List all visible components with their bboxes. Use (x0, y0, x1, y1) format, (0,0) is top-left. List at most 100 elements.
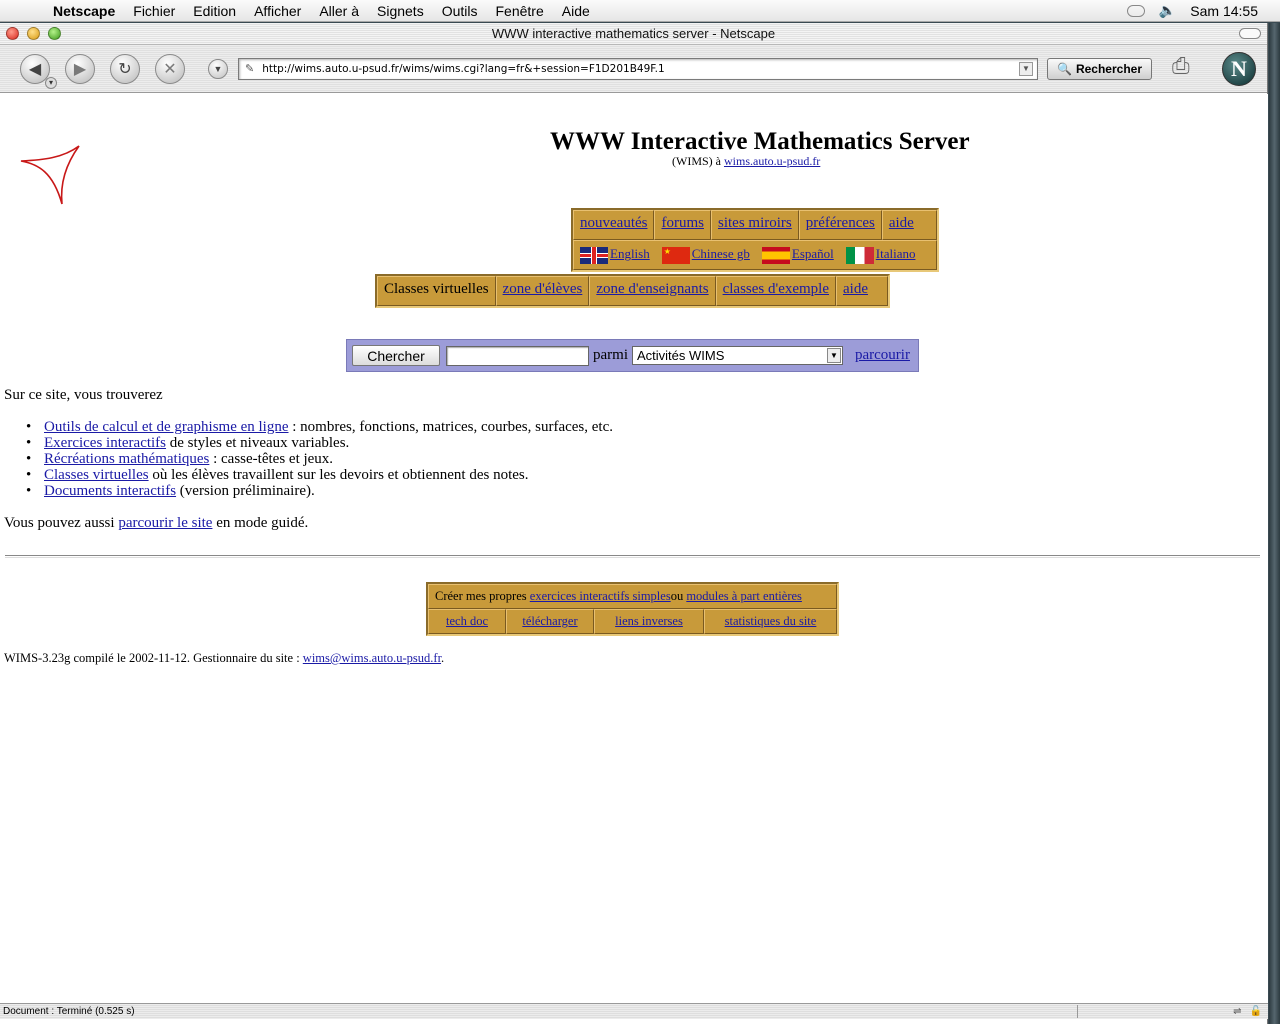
webmaster-email-link[interactable]: wims@wims.auto.u-psud.fr (303, 651, 441, 665)
menu-signets[interactable]: Signets (368, 3, 433, 19)
toolbar-toggle-button[interactable] (1239, 28, 1261, 39)
page-subtitle: (WIMS) à wims.auto.u-psud.fr (672, 154, 820, 169)
link-aide-classes[interactable]: aide (843, 281, 868, 297)
top-menu-cell: sites miroirs (710, 210, 799, 240)
reload-icon: ↻ (118, 60, 132, 78)
menu-aide[interactable]: Aide (553, 3, 599, 19)
modules-link[interactable]: modules à part entières (686, 589, 802, 604)
bottom-menu-cell: liens inverses (594, 609, 704, 634)
stop-button[interactable]: ✕ (155, 53, 185, 84)
link-nouveautes[interactable]: nouveautés (580, 215, 647, 231)
zoom-window-button[interactable] (48, 27, 61, 40)
bookmarks-chevron-icon: ▼ (213, 63, 223, 74)
subtitle-prefix: (WIMS) à (672, 154, 724, 168)
security-lock-icon[interactable]: 🔓 (1250, 1006, 1262, 1017)
menubar-clock[interactable]: Sam 14:55 (1190, 3, 1258, 19)
forward-button[interactable]: ▶ (65, 53, 95, 84)
search-button-label: Rechercher (1075, 61, 1142, 76)
menu-outils[interactable]: Outils (433, 3, 487, 19)
search-button[interactable]: 🔍 Rechercher (1047, 57, 1152, 80)
statistiques-link[interactable]: statistiques du site (725, 614, 817, 629)
link-aide-top[interactable]: aide (889, 215, 914, 231)
menu-afficher[interactable]: Afficher (245, 3, 310, 19)
telecharger-link[interactable]: télécharger (522, 614, 577, 629)
top-menu-cell: aide (881, 210, 937, 240)
feature-desc: : nombres, fonctions, matrices, courbes,… (288, 419, 613, 435)
search-input[interactable] (446, 345, 589, 366)
minimize-window-button[interactable] (27, 27, 40, 40)
top-menu-cell: préférences (798, 210, 882, 240)
link-classes-exemple[interactable]: classes d'exemple (723, 281, 829, 297)
url-history-dropdown-icon[interactable]: ▼ (1019, 61, 1033, 76)
lang-espanol-link[interactable]: Español (761, 246, 834, 264)
menu-fichier[interactable]: Fichier (124, 3, 184, 19)
chercher-button[interactable]: Chercher (352, 345, 440, 366)
link-preferences[interactable]: préférences (806, 215, 875, 231)
bookmarks-button[interactable]: ▼ (208, 58, 228, 79)
menu-aller-a[interactable]: Aller à (310, 3, 368, 19)
parmi-label: parmi (593, 347, 628, 363)
intro-text: Sur ce site, vous trouverez (4, 387, 163, 403)
spain-flag-icon (761, 246, 790, 264)
lang-english-link[interactable]: English (580, 246, 650, 264)
liens-inverses-link[interactable]: liens inverses (615, 614, 683, 629)
menu-edition[interactable]: Edition (184, 3, 245, 19)
url-text[interactable]: http://wims.auto.u-psud.fr/wims/wims.cgi… (262, 63, 1019, 75)
exercices-simples-link[interactable]: exercices interactifs simples (530, 589, 671, 604)
mac-menu-bar: Netscape Fichier Edition Afficher Aller … (0, 0, 1280, 22)
china-flag-icon: ★ (661, 246, 690, 264)
stop-icon: ✕ (163, 60, 177, 78)
online-status-icon[interactable]: ⇌ (1233, 1006, 1241, 1017)
page-title: WWW Interactive Mathematics Server (550, 128, 970, 155)
netscape-logo-icon[interactable]: N (1222, 52, 1256, 86)
horizontal-rule (5, 555, 1260, 558)
search-form: Chercher parmi Activités WIMS ▼ parcouri… (346, 339, 919, 372)
menu-fenetre[interactable]: Fenêtre (487, 3, 553, 19)
page-content: WWW Interactive Mathematics Server (WIMS… (0, 94, 1268, 1006)
class-menu-current: Classes virtuelles (377, 276, 496, 306)
lang-chinese-link[interactable]: ★ Chinese gb (661, 246, 750, 264)
print-icon[interactable]: ⎙ (1172, 53, 1190, 79)
page-proxy-icon[interactable]: ✎ (245, 62, 254, 75)
reload-button[interactable]: ↻ (110, 53, 140, 84)
site-host-link[interactable]: wims.auto.u-psud.fr (724, 154, 820, 168)
feature-link-outils[interactable]: Outils de calcul et de graphisme en lign… (44, 419, 289, 435)
window-titlebar[interactable]: WWW interactive mathematics server - Net… (0, 23, 1267, 45)
tech-doc-link[interactable]: tech doc (446, 614, 488, 629)
parcourir-le-site-link[interactable]: parcourir le site (118, 515, 212, 531)
italy-flag-icon (845, 246, 874, 264)
class-menu-cell: classes d'exemple (715, 276, 837, 306)
volume-icon[interactable]: 🔈 (1159, 2, 1176, 19)
spotlight-icon[interactable] (1126, 4, 1145, 17)
menu-app-netscape[interactable]: Netscape (44, 3, 124, 19)
list-item: Outils de calcul et de graphisme en lign… (26, 419, 613, 435)
link-sites-miroirs[interactable]: sites miroirs (718, 215, 792, 231)
top-menu-cell: forums (654, 210, 711, 240)
back-history-dropdown-icon[interactable]: ▾ (45, 76, 57, 89)
feature-link-recreations[interactable]: Récréations mathématiques (44, 451, 209, 467)
search-scope-select[interactable]: Activités WIMS ▼ (632, 346, 843, 365)
language-row: English ★ Chinese gb Español Italiano (573, 240, 937, 270)
feature-desc: : casse-têtes et jeux. (209, 451, 334, 467)
lang-italiano-link[interactable]: Italiano (845, 246, 915, 264)
link-forums[interactable]: forums (661, 215, 704, 231)
link-zone-enseignants[interactable]: zone d'enseignants (596, 281, 708, 297)
forward-arrow-icon: ▶ (73, 60, 87, 78)
back-button[interactable]: ◀ ▾ (20, 53, 57, 89)
feature-link-exercices[interactable]: Exercices interactifs (44, 435, 166, 451)
bottom-menu-cell: tech doc (428, 609, 506, 634)
parcourir-link[interactable]: parcourir (855, 347, 910, 364)
back-arrow-icon: ◀ (28, 60, 42, 78)
list-item: Documents interactifs (version prélimina… (26, 483, 613, 499)
wims-logo-icon (20, 145, 80, 205)
close-window-button[interactable] (6, 27, 19, 40)
url-bar[interactable]: ✎ http://wims.auto.u-psud.fr/wims/wims.c… (238, 57, 1038, 80)
feature-link-documents[interactable]: Documents interactifs (44, 483, 176, 499)
feature-link-classes[interactable]: Classes virtuelles (44, 467, 149, 483)
class-menu-cell: aide (836, 276, 888, 306)
window-title: WWW interactive mathematics server - Net… (491, 26, 776, 41)
guided-after: en mode guidé. (212, 515, 309, 531)
link-zone-eleves[interactable]: zone d'élèves (503, 281, 583, 297)
select-arrow-icon[interactable]: ▼ (827, 348, 841, 363)
status-text: Document : Terminé (0.525 s) (3, 1006, 135, 1017)
